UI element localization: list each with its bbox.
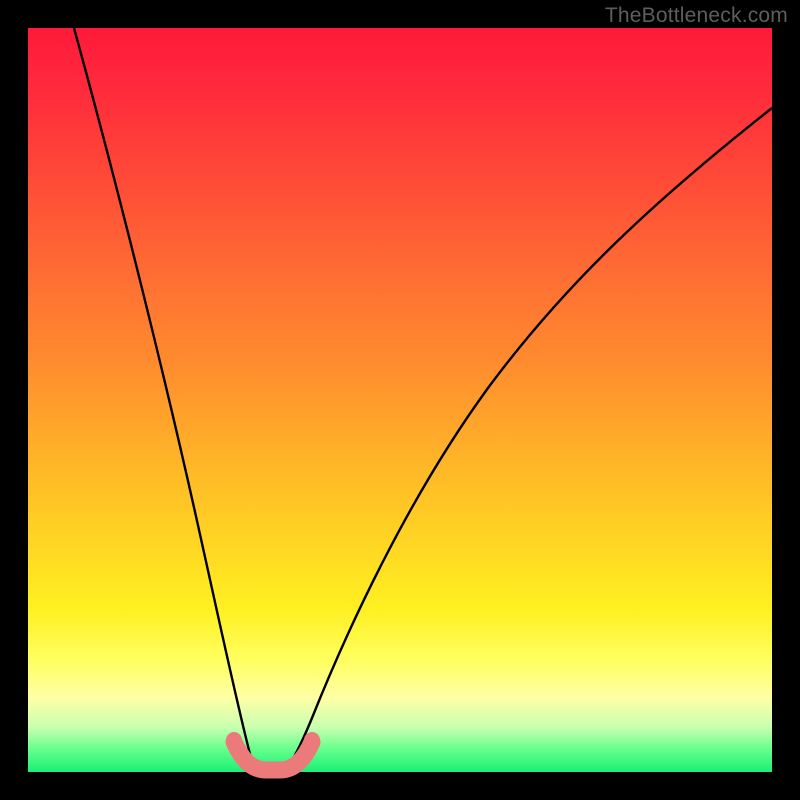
chart-frame: TheBottleneck.com (0, 0, 800, 800)
right-curve (284, 108, 772, 770)
pink-dot-right (304, 732, 320, 748)
chart-svg (28, 28, 772, 772)
watermark-text: TheBottleneck.com (605, 4, 788, 28)
pink-dot-left (226, 732, 242, 748)
left-curve (74, 28, 260, 770)
